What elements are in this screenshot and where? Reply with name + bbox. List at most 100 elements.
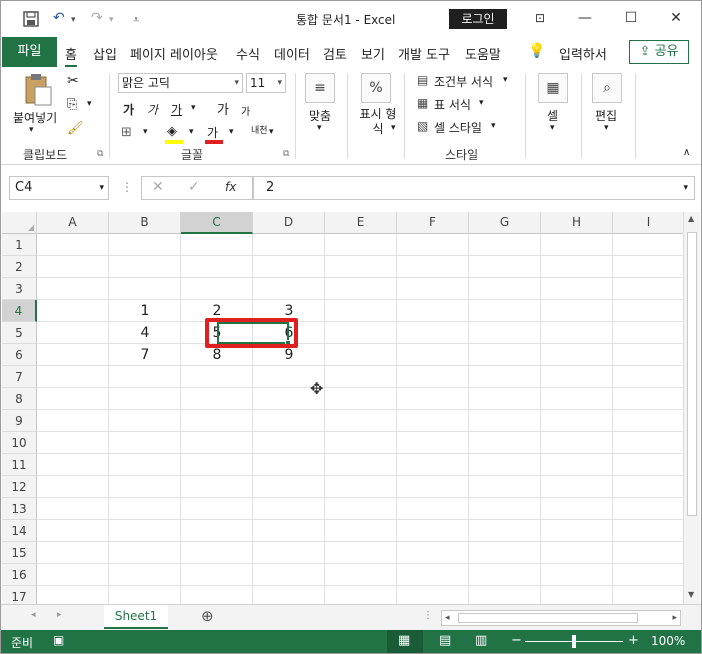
row-header-15[interactable]: 15 bbox=[2, 542, 37, 564]
normal-view-button[interactable]: ▦ bbox=[387, 630, 423, 653]
row-header-1[interactable]: 1 bbox=[2, 234, 37, 256]
vertical-scroll-thumb[interactable] bbox=[687, 232, 697, 516]
vertical-scrollbar[interactable]: ▲ ▼ bbox=[683, 212, 700, 604]
row-header-2[interactable]: 2 bbox=[2, 256, 37, 278]
next-sheet-icon[interactable]: ▸ bbox=[57, 610, 62, 620]
scroll-down-icon[interactable]: ▼ bbox=[688, 590, 694, 599]
borders-dropdown-icon[interactable]: ▾ bbox=[143, 127, 148, 137]
zoom-in-icon[interactable]: + bbox=[628, 633, 639, 648]
redo-dropdown-icon[interactable]: ▾ bbox=[109, 15, 114, 25]
name-box-dropdown-icon[interactable]: ▾ bbox=[99, 177, 104, 199]
collapse-ribbon-icon[interactable]: ∧ bbox=[683, 147, 690, 158]
format-as-table-button[interactable]: 표 서식 bbox=[434, 96, 471, 113]
minimize-icon[interactable]: — bbox=[573, 7, 597, 29]
alignment-label[interactable]: 맞춤 bbox=[309, 107, 331, 124]
number-format-icon[interactable]: % bbox=[361, 73, 391, 103]
copy-icon[interactable]: ⎘ bbox=[67, 97, 77, 112]
fill-color-icon[interactable]: ◈ bbox=[167, 124, 177, 139]
editing-label[interactable]: 편집 bbox=[595, 107, 617, 124]
zoom-slider-thumb[interactable] bbox=[572, 635, 576, 648]
tab-developer[interactable]: 개발 도구 bbox=[398, 44, 450, 63]
row-header-5[interactable]: 5 bbox=[2, 322, 37, 344]
tab-formulas[interactable]: 수식 bbox=[236, 44, 260, 63]
decrease-font-button[interactable]: 가 bbox=[241, 103, 250, 118]
share-button[interactable]: ⇪ 공유 bbox=[629, 40, 689, 64]
page-break-view-icon[interactable]: ▥ bbox=[475, 633, 487, 648]
row-header-3[interactable]: 3 bbox=[2, 278, 37, 300]
column-header-i[interactable]: I bbox=[613, 212, 685, 234]
name-box[interactable]: C4 ▾ bbox=[9, 176, 109, 200]
format-as-table-dropdown-icon[interactable]: ▾ bbox=[479, 98, 484, 108]
enter-icon[interactable]: ✓ bbox=[188, 179, 200, 195]
undo-dropdown-icon[interactable]: ▾ bbox=[71, 15, 76, 25]
row-header-11[interactable]: 11 bbox=[2, 454, 37, 476]
formula-input[interactable]: 2 ▾ bbox=[253, 176, 695, 200]
ribbon-display-options-icon[interactable]: ⊡ bbox=[528, 7, 552, 29]
conditional-format-dropdown-icon[interactable]: ▾ bbox=[503, 75, 508, 85]
prev-sheet-icon[interactable]: ◂ bbox=[31, 610, 36, 620]
cell-b4[interactable]: 1 bbox=[109, 300, 181, 322]
fill-color-dropdown-icon[interactable]: ▾ bbox=[189, 127, 194, 137]
cell-b5[interactable]: 4 bbox=[109, 322, 181, 344]
lightbulb-icon[interactable]: 💡 bbox=[528, 43, 545, 59]
column-header-d[interactable]: D bbox=[253, 212, 325, 234]
font-color-icon[interactable]: 가 bbox=[207, 124, 218, 141]
phonetic-dropdown-icon[interactable]: ▾ bbox=[269, 127, 274, 137]
sheet-tab-sheet1[interactable]: Sheet1 bbox=[104, 605, 168, 629]
maximize-icon[interactable]: ☐ bbox=[619, 7, 643, 29]
increase-font-button[interactable]: 가 bbox=[217, 99, 229, 118]
paste-label[interactable]: 붙여넣기 bbox=[13, 109, 57, 126]
alignment-dropdown-icon[interactable]: ▾ bbox=[317, 123, 322, 133]
row-header-17[interactable]: 17 bbox=[2, 586, 37, 604]
row-header-10[interactable]: 10 bbox=[2, 432, 37, 454]
paste-icon[interactable] bbox=[23, 73, 53, 107]
find-icon[interactable]: ⌕ bbox=[592, 73, 622, 103]
cells-label[interactable]: 셀 bbox=[547, 107, 558, 124]
font-size-combo[interactable]: 11 ▾ bbox=[246, 73, 286, 93]
expand-formula-icon[interactable]: ▾ bbox=[683, 177, 688, 199]
row-header-4[interactable]: 4 bbox=[2, 300, 37, 322]
tell-me-input[interactable]: 입력하서 bbox=[559, 44, 607, 63]
column-header-h[interactable]: H bbox=[541, 212, 613, 234]
row-header-13[interactable]: 13 bbox=[2, 498, 37, 520]
editing-dropdown-icon[interactable]: ▾ bbox=[604, 123, 609, 133]
row-header-9[interactable]: 9 bbox=[2, 410, 37, 432]
cell-styles-button[interactable]: 셀 스타일 bbox=[434, 119, 482, 136]
tab-help[interactable]: 도움말 bbox=[465, 44, 501, 63]
close-icon[interactable]: ✕ bbox=[664, 7, 688, 29]
tab-file[interactable]: 파일 bbox=[2, 37, 57, 67]
row-header-12[interactable]: 12 bbox=[2, 476, 37, 498]
add-sheet-icon[interactable]: ⊕ bbox=[201, 607, 214, 625]
column-header-c[interactable]: C bbox=[181, 212, 253, 234]
tab-data[interactable]: 데이터 bbox=[274, 44, 310, 63]
clipboard-launcher-icon[interactable]: ⧉ bbox=[97, 149, 103, 159]
redo-icon[interactable]: ↷ bbox=[91, 10, 103, 26]
font-size-dropdown-icon[interactable]: ▾ bbox=[277, 74, 282, 92]
row-header-6[interactable]: 6 bbox=[2, 344, 37, 366]
column-header-e[interactable]: E bbox=[325, 212, 397, 234]
conditional-format-button[interactable]: 조건부 서식 bbox=[434, 73, 493, 90]
font-color-dropdown-icon[interactable]: ▾ bbox=[229, 127, 234, 137]
phonetic-guide-button[interactable]: 내천 bbox=[251, 123, 268, 136]
cell-styles-dropdown-icon[interactable]: ▾ bbox=[491, 121, 496, 131]
tab-review[interactable]: 검토 bbox=[323, 44, 347, 63]
font-launcher-icon[interactable]: ⧉ bbox=[283, 149, 289, 159]
column-header-g[interactable]: G bbox=[469, 212, 541, 234]
cells-icon[interactable]: ▦ bbox=[538, 73, 568, 103]
cell-area[interactable]: 123456789 ✥ bbox=[37, 234, 683, 604]
tab-insert[interactable]: 삽입 bbox=[93, 44, 117, 63]
insert-function-button[interactable]: fx bbox=[225, 180, 236, 194]
tab-view[interactable]: 보기 bbox=[361, 44, 385, 63]
row-header-14[interactable]: 14 bbox=[2, 520, 37, 542]
tab-split-icon[interactable]: ⋮ bbox=[423, 610, 433, 621]
zoom-out-icon[interactable]: − bbox=[511, 633, 522, 648]
horizontal-scrollbar[interactable]: ◂ ▸ bbox=[441, 610, 681, 626]
horizontal-scroll-thumb[interactable] bbox=[458, 613, 638, 623]
tab-home[interactable]: 홈 bbox=[65, 44, 77, 68]
undo-icon[interactable]: ↶ bbox=[53, 10, 65, 26]
alignment-icon[interactable]: ≡ bbox=[305, 73, 335, 103]
bold-button[interactable]: 가 bbox=[123, 101, 134, 118]
font-name-combo[interactable]: 맑은 고딕 ▾ bbox=[118, 73, 243, 93]
column-header-f[interactable]: F bbox=[397, 212, 469, 234]
cut-icon[interactable]: ✂ bbox=[67, 73, 79, 89]
